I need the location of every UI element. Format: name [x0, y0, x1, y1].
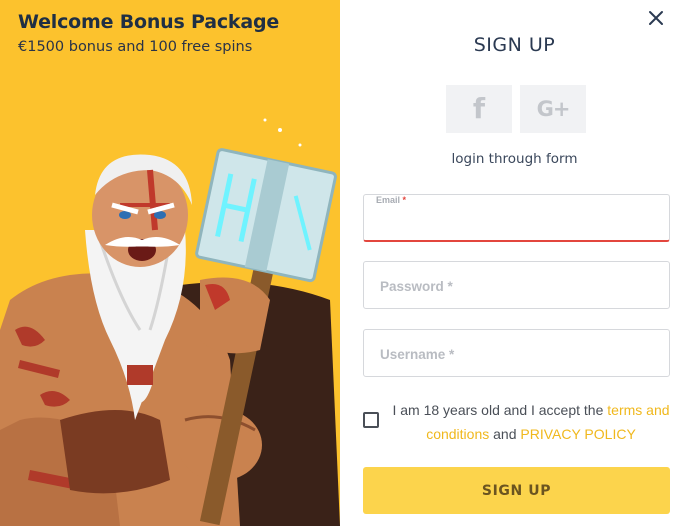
password-placeholder: Password * — [380, 279, 453, 294]
google-plus-icon: G+ — [536, 96, 571, 121]
email-field[interactable]: Email * — [363, 194, 670, 242]
email-label: Email * — [376, 195, 407, 205]
login-through-form-text: login through form — [451, 151, 578, 167]
privacy-policy-link[interactable]: PRIVACY POLICY — [520, 426, 635, 442]
terms-text: I am 18 years old and I accept the terms… — [392, 402, 670, 442]
password-field[interactable]: Password * — [363, 261, 670, 309]
facebook-icon: f — [472, 92, 486, 125]
promo-subtitle: €1500 bonus and 100 free spins — [18, 39, 253, 55]
hero-warrior-illustration — [0, 118, 340, 526]
promo-title: Welcome Bonus Package — [18, 11, 280, 33]
promo-panel: Welcome Bonus Package €1500 bonus and 10… — [0, 0, 340, 526]
age-terms-checkbox[interactable] — [363, 412, 379, 428]
signup-form-panel: SIGN UP f G+ login through form Email * … — [340, 0, 689, 526]
google-plus-login-button[interactable]: G+ — [520, 85, 586, 133]
close-icon[interactable] — [647, 9, 665, 27]
signup-title: SIGN UP — [473, 34, 556, 56]
username-placeholder: Username * — [380, 347, 455, 362]
signup-button[interactable]: SIGN UP — [363, 467, 670, 514]
facebook-login-button[interactable]: f — [446, 85, 512, 133]
username-field[interactable]: Username * — [363, 329, 670, 377]
email-input[interactable] — [376, 209, 657, 235]
